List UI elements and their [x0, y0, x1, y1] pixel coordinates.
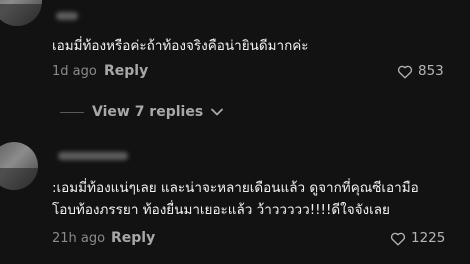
username[interactable]: [58, 152, 128, 160]
avatar[interactable]: [0, 142, 38, 190]
comment-text-line: :เอมมี่ท้องแน่ๆเลย และน่าจะหลายเดือนแล้ว…: [52, 180, 419, 196]
like-count: 853: [418, 63, 444, 79]
comment-timestamp: 1d ago: [52, 64, 97, 79]
heart-icon: [397, 65, 413, 78]
reply-button[interactable]: Reply: [111, 230, 155, 246]
comment-text: เอมมี่ท้องหรือค่ะถ้าท้องจริงคือน่ายินดีม…: [52, 35, 309, 57]
like-button[interactable]: 853: [397, 63, 444, 79]
like-button[interactable]: 1225: [390, 230, 445, 246]
comment-text-line: เอมมี่ท้องหรือค่ะถ้าท้องจริงคือน่ายินดีม…: [52, 38, 309, 54]
divider-line: [60, 111, 84, 113]
heart-icon: [390, 232, 406, 245]
like-count: 1225: [411, 230, 446, 246]
comment-timestamp: 21h ago: [52, 231, 106, 246]
view-replies-button[interactable]: View 7 replies: [60, 104, 224, 120]
username[interactable]: [56, 12, 78, 20]
reply-button[interactable]: Reply: [104, 63, 148, 79]
comment-1: เอมมี่ท้องหรือค่ะถ้าท้องจริงคือน่ายินดีม…: [0, 0, 470, 90]
avatar[interactable]: [0, 0, 42, 26]
comment-text: :เอมมี่ท้องแน่ๆเลย และน่าจะหลายเดือนแล้ว…: [52, 177, 419, 221]
view-replies-label: View 7 replies: [92, 104, 204, 120]
chevron-down-icon: [211, 108, 224, 116]
comment-text-line: โอบท้องภรรยา ท้องยื่นมาเยอะแล้ว ว้าววววว…: [52, 202, 390, 218]
comment-2: :เอมมี่ท้องแน่ๆเลย และน่าจะหลายเดือนแล้ว…: [0, 140, 470, 264]
